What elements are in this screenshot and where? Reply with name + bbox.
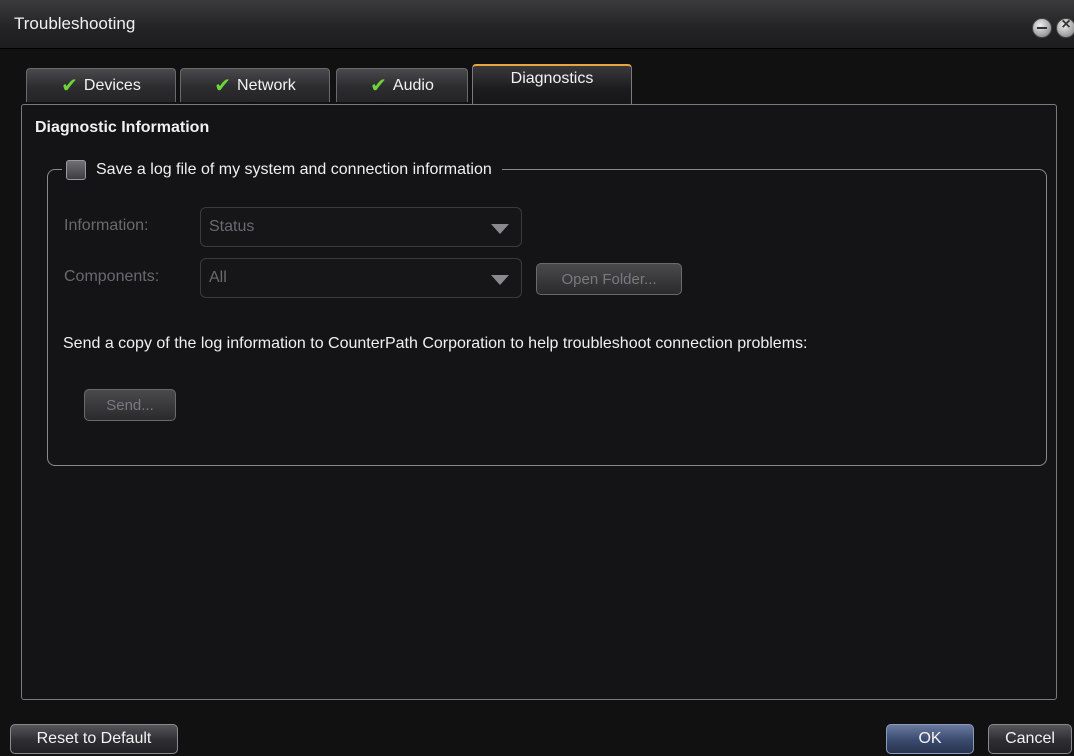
send-log-description: Send a copy of the log information to Co… <box>63 335 808 352</box>
information-select[interactable]: Status <box>200 207 522 247</box>
checkmark-icon: ✔ <box>370 74 387 97</box>
save-log-label[interactable]: Save a log file of my system and connect… <box>96 161 492 179</box>
title-bar[interactable]: Troubleshooting <box>0 0 1074 49</box>
tab-label: Diagnostics <box>510 70 594 87</box>
ok-button[interactable]: OK <box>886 724 974 754</box>
log-file-group: Save a log file of my system and connect… <box>47 158 1047 466</box>
minimize-icon[interactable] <box>1032 18 1052 38</box>
information-label: Information: <box>64 217 149 234</box>
open-folder-button[interactable]: Open Folder... <box>536 263 682 295</box>
diagnostics-panel: Diagnostic Information Save a log file o… <box>21 104 1057 700</box>
troubleshooting-window: Troubleshooting ✔ Devices ✔ Network ✔ Au… <box>0 0 1074 756</box>
tab-label: Devices <box>83 76 141 94</box>
window-title: Troubleshooting <box>14 14 136 33</box>
components-label: Components: <box>64 268 160 285</box>
reset-to-default-button[interactable]: Reset to Default <box>10 724 178 754</box>
components-select[interactable]: All <box>200 258 522 298</box>
tab-label: Audio <box>392 76 434 94</box>
dropdown-arrow-icon <box>491 275 509 285</box>
tab-diagnostics[interactable]: Diagnostics <box>472 64 632 104</box>
group-legend: Save a log file of my system and connect… <box>62 158 502 182</box>
tab-label: Network <box>237 76 296 94</box>
cancel-button[interactable]: Cancel <box>988 724 1072 754</box>
information-value: Status <box>209 218 255 235</box>
tab-devices[interactable]: ✔ Devices <box>26 68 176 102</box>
tab-audio[interactable]: ✔ Audio <box>336 68 468 102</box>
close-icon[interactable] <box>1056 16 1074 38</box>
tab-network[interactable]: ✔ Network <box>180 68 330 102</box>
components-value: All <box>209 269 227 286</box>
send-button[interactable]: Send... <box>84 389 176 421</box>
save-log-checkbox[interactable] <box>66 160 86 180</box>
checkmark-icon: ✔ <box>61 74 78 97</box>
dropdown-arrow-icon <box>491 224 509 234</box>
checkmark-icon: ✔ <box>214 74 232 97</box>
section-title: Diagnostic Information <box>35 119 210 136</box>
